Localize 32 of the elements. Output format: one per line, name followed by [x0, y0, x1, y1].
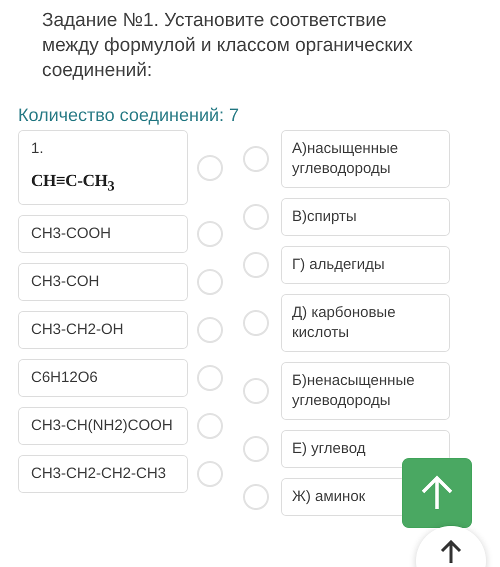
class-card: А)насыщенные углеводороды: [281, 130, 450, 188]
formula-card: CH3-COOH: [18, 215, 188, 254]
formula-card: C6H12O6: [18, 359, 188, 398]
radio-button[interactable]: [197, 413, 223, 440]
radio-button[interactable]: [197, 365, 223, 392]
class-card: Д) карбоновые кислоты: [281, 294, 450, 352]
task-title: Задание №1. Установите соответствие между формулой и классом органических соединений:: [42, 9, 414, 83]
radio-button[interactable]: [243, 252, 269, 278]
radio-button[interactable]: [243, 436, 269, 462]
class-card: Г) альдегиды: [281, 246, 450, 284]
class-card: В)спирты: [281, 198, 450, 236]
item-number: 1.: [31, 139, 45, 159]
class-card: Б)ненасыщенные углеводороды: [281, 362, 450, 420]
radio-button[interactable]: [243, 146, 269, 172]
formula-card: CH3-CH2-CH2-CH3: [18, 455, 188, 494]
radio-button[interactable]: [243, 378, 269, 404]
radio-button[interactable]: [243, 310, 269, 336]
compound-count: Количество соединений: 7: [18, 104, 240, 126]
arrow-up-icon: [420, 475, 454, 511]
class-card: Е) углевод: [281, 430, 450, 468]
formula-text: CH≡C-CH$_{3}$: [31, 171, 116, 196]
formula-card: CH3-COH: [18, 263, 188, 302]
radio-button[interactable]: [197, 317, 223, 344]
radio-button[interactable]: [243, 484, 269, 510]
radio-button[interactable]: [197, 461, 223, 488]
radio-button[interactable]: [197, 221, 223, 248]
formula-card: CH3-CH(NH2)COOH: [18, 407, 188, 446]
radio-button[interactable]: [243, 204, 269, 230]
radio-button[interactable]: [197, 269, 223, 296]
radio-button[interactable]: [197, 154, 223, 181]
formula-card: CH3-CH2-OH: [18, 311, 188, 350]
arrow-up-icon: [440, 540, 462, 564]
